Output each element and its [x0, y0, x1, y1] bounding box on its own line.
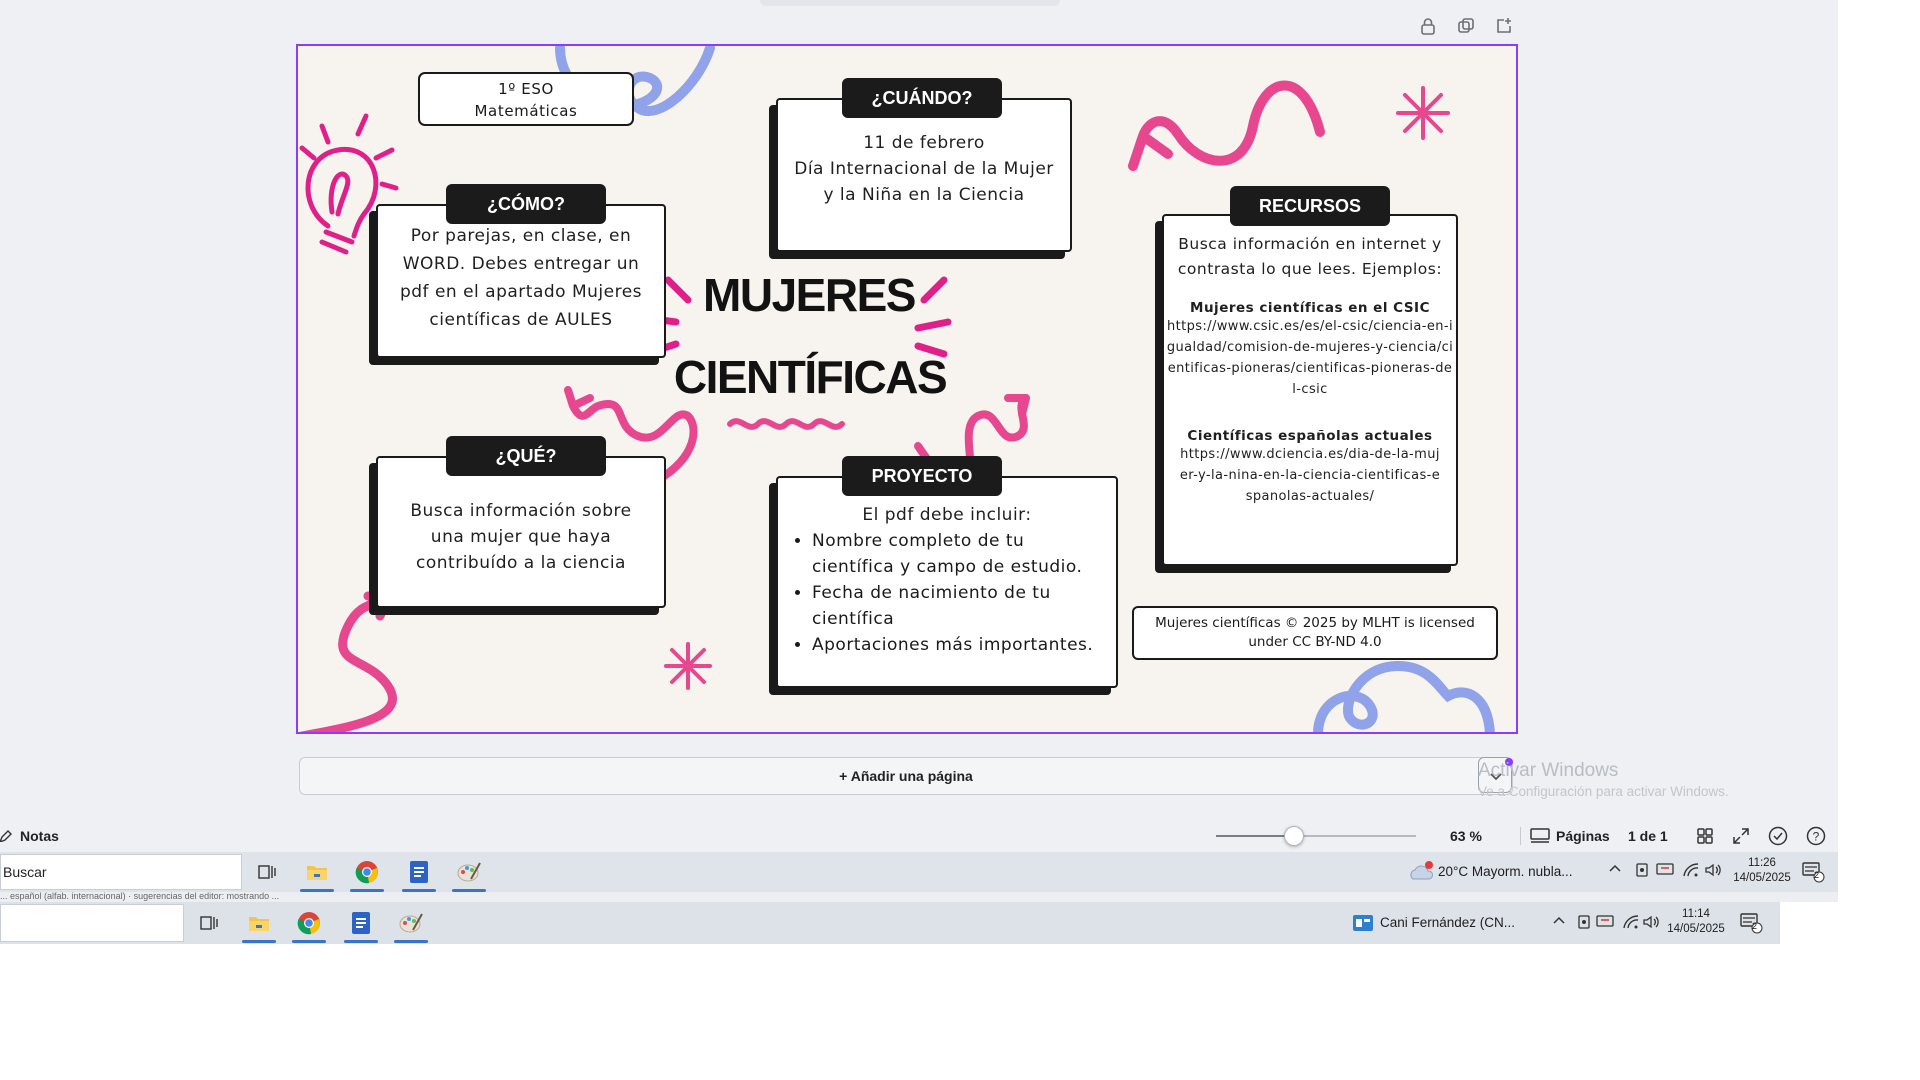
- word-indicator-2: [344, 940, 378, 943]
- clock-time: 11:26: [1748, 857, 1776, 869]
- display-icon[interactable]: [1656, 862, 1674, 881]
- svg-text:?: ?: [1813, 830, 1820, 844]
- pink-star-bottom: [664, 642, 712, 690]
- notes-label: Notas: [20, 828, 59, 844]
- chrome-icon[interactable]: [354, 859, 380, 885]
- que-card: Busca información sobre una mujer que ha…: [376, 456, 666, 608]
- cuando-card: 11 de febrero Día Internacional de la Mu…: [776, 98, 1072, 252]
- activation-watermark-title: Activar Windows: [1478, 760, 1619, 781]
- add-page-icon[interactable]: [1494, 16, 1514, 36]
- paint-indicator-2: [394, 940, 428, 943]
- help-icon[interactable]: ?: [1806, 820, 1826, 852]
- title-line2: CIENTÍFICAS: [673, 351, 948, 403]
- tray-chevron-icon-2[interactable]: [1552, 914, 1566, 931]
- word-app-icon-2[interactable]: [348, 910, 374, 936]
- title-underline-squiggle: [727, 418, 845, 430]
- notif-count-2: 2: [1752, 921, 1758, 931]
- como-body: Por parejas, en clase, en WORD. Debes en…: [399, 226, 643, 330]
- pages-label: Páginas: [1556, 828, 1610, 844]
- proyecto-item: Aportaciones más importantes.: [812, 632, 1112, 658]
- proyecto-heading: PROYECTO: [842, 456, 1002, 496]
- como-heading: ¿CÓMO?: [446, 184, 606, 224]
- notes-button[interactable]: Notas: [0, 820, 59, 852]
- paint-app-icon-2[interactable]: [398, 910, 424, 936]
- clock-bottom[interactable]: 11:14 14/05/2025: [1664, 907, 1728, 937]
- chrome-indicator-2: [292, 940, 326, 943]
- notifications-icon[interactable]: 2: [1800, 859, 1826, 885]
- volume-icon-2[interactable]: [1642, 914, 1660, 933]
- pink-arrow-top: [1128, 80, 1325, 171]
- task-view-icon-2[interactable]: [196, 910, 222, 936]
- wifi-icon[interactable]: [1682, 862, 1700, 881]
- pink-star-top: [1396, 86, 1450, 140]
- recursos-card: Busca información en internet y contrast…: [1162, 214, 1458, 566]
- lock-icon[interactable]: [1418, 16, 1438, 36]
- tray-app-icon-2[interactable]: [1576, 914, 1592, 933]
- notif-count: 2: [1814, 870, 1820, 880]
- page-counter: 1 de 1: [1628, 828, 1668, 844]
- proyecto-item: Nombre completo de tu científica y campo…: [812, 528, 1112, 580]
- tray-app-icon[interactable]: [1634, 862, 1650, 881]
- file-explorer-icon[interactable]: [304, 859, 330, 885]
- pink-arrow-bottom-left: [299, 591, 397, 732]
- taskbar-search-input[interactable]: Buscar: [0, 854, 242, 890]
- license-box: Mujeres científicas © 2025 by MLHT is li…: [1132, 606, 1498, 660]
- word-app-icon[interactable]: [406, 859, 432, 885]
- clock-date-2: 14/05/2025: [1667, 923, 1725, 935]
- title-line1: MUJERES: [703, 269, 916, 321]
- grid-view-icon[interactable]: [1696, 820, 1714, 852]
- weather-icon[interactable]: [1408, 859, 1434, 885]
- taskbar-primary: Buscar 20°C Mayorm. nubla... 11:26 14/05…: [0, 852, 1838, 892]
- teams-chat-icon[interactable]: [1350, 910, 1376, 936]
- pages-icon: [1530, 828, 1550, 844]
- page-tools: [1418, 16, 1514, 36]
- task-view-icon[interactable]: [254, 859, 280, 885]
- cuando-heading: ¿CUÁNDO?: [842, 78, 1002, 118]
- editor-status-bar: Notas 63 % Páginas 1 de 1 ?: [0, 820, 1838, 852]
- recursos-heading: RECURSOS: [1230, 186, 1390, 226]
- zoom-slider-fill: [1216, 835, 1294, 837]
- design-canvas[interactable]: 1º ESO Matemáticas Por parejas, en clase…: [296, 44, 1518, 734]
- wifi-icon-2[interactable]: [1622, 914, 1640, 933]
- taskbar-secondary: Cani Fernández (CN... 11:14 14/05/2025 2: [0, 902, 1780, 944]
- file-explorer-icon-2[interactable]: [246, 910, 272, 936]
- tray-chevron-icon[interactable]: [1608, 862, 1622, 879]
- recursos-link1-url[interactable]: https://www.csic.es/es/el-csic/ciencia-e…: [1164, 316, 1456, 400]
- que-heading: ¿QUÉ?: [446, 436, 606, 476]
- divider: [1520, 827, 1521, 845]
- paint-app-icon[interactable]: [456, 859, 482, 885]
- zoom-slider-knob[interactable]: [1284, 826, 1304, 846]
- pencil-icon: [0, 830, 14, 842]
- chrome-icon-2[interactable]: [296, 910, 322, 936]
- recursos-link2-title: Científicas españolas actuales: [1187, 428, 1433, 444]
- proyecto-card: El pdf debe incluir: Nombre completo de …: [776, 476, 1118, 688]
- proyecto-list: Nombre completo de tu científica y campo…: [778, 528, 1116, 658]
- zoom-percent[interactable]: 63 %: [1450, 820, 1482, 852]
- top-toolbar-edge: [760, 0, 1060, 6]
- pages-button[interactable]: Páginas: [1530, 820, 1610, 852]
- recursos-link2-url[interactable]: https://www.dciencia.es/dia-de-la-mujer-…: [1164, 444, 1456, 507]
- display-icon-2[interactable]: [1596, 914, 1614, 933]
- active-app-label[interactable]: Cani Fernández (CN...: [1380, 915, 1515, 930]
- background-window-strip: ... español (alfab. internacional) · sug…: [0, 892, 1838, 902]
- clock-time-2: 11:14: [1682, 908, 1710, 920]
- clock-top[interactable]: 11:26 14/05/2025: [1730, 856, 1794, 886]
- check-circle-icon[interactable]: [1768, 820, 1788, 852]
- grade-label: 1º ESO Matemáticas: [418, 72, 634, 126]
- duplicate-icon[interactable]: [1456, 16, 1476, 36]
- como-card: Por parejas, en clase, en WORD. Debes en…: [376, 204, 666, 358]
- add-page-button[interactable]: + Añadir una página: [299, 757, 1513, 795]
- blue-cloud-bottom: [1313, 660, 1495, 732]
- activation-watermark-subtitle: Ve a Configuración para activar Windows.: [1478, 784, 1729, 799]
- notifications-icon-2[interactable]: 2: [1738, 910, 1764, 936]
- taskbar2-search[interactable]: [0, 904, 184, 942]
- recursos-link1-title: Mujeres científicas en el CSIC: [1190, 300, 1430, 316]
- clock-date: 14/05/2025: [1733, 872, 1791, 884]
- explorer-indicator-2: [242, 940, 276, 943]
- volume-icon[interactable]: [1704, 862, 1722, 881]
- proyecto-item: Fecha de nacimiento de tu científica: [812, 580, 1112, 632]
- weather-text[interactable]: 20°C Mayorm. nubla...: [1438, 864, 1572, 879]
- fullscreen-icon[interactable]: [1732, 820, 1750, 852]
